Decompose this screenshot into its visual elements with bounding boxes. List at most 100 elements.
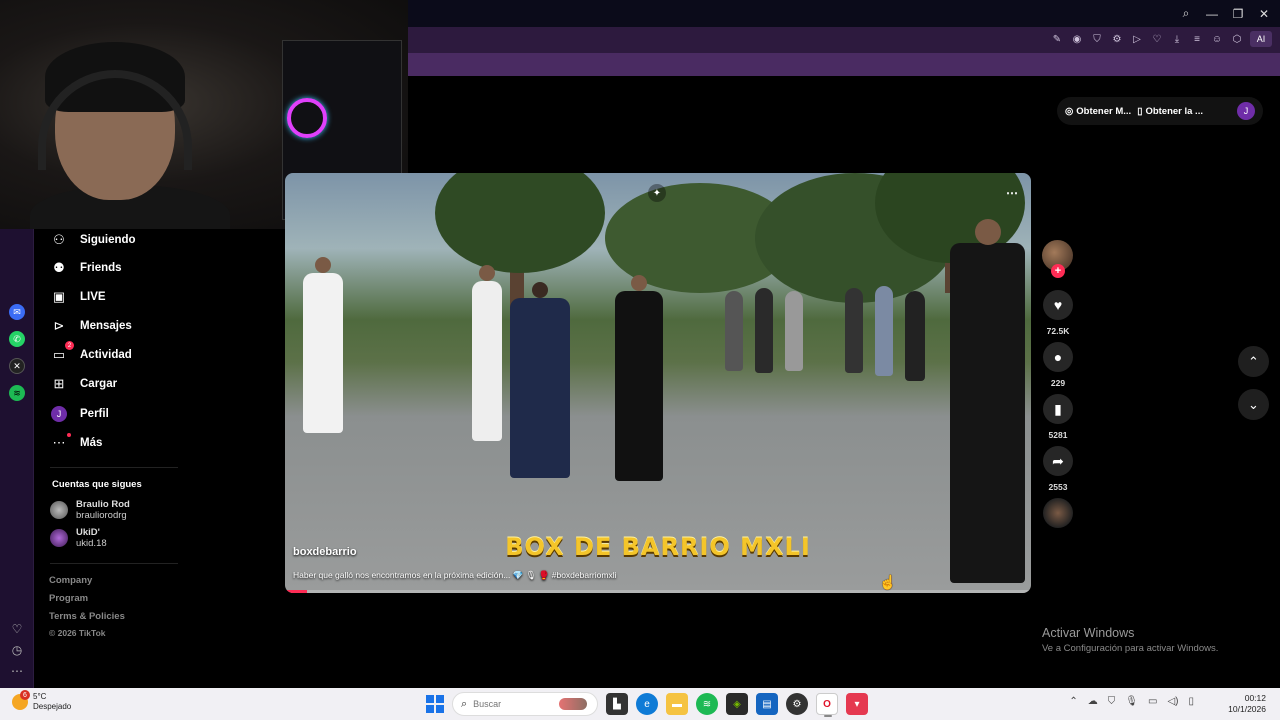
- mic-icon[interactable]: 🎙: [1125, 696, 1138, 707]
- video-progress-bar[interactable]: [285, 590, 1031, 593]
- nvidia-icon[interactable]: ◈: [726, 693, 748, 715]
- heart-icon[interactable]: ♡: [1150, 31, 1164, 47]
- nav-following[interactable]: ⚇ Siguiendo: [50, 229, 135, 251]
- search-icon[interactable]: ⌕: [1178, 6, 1194, 22]
- maximize-button[interactable]: ❐: [1230, 6, 1246, 22]
- boxer: [510, 282, 570, 478]
- minimize-button[interactable]: —: [1204, 6, 1220, 22]
- save-button[interactable]: ▮: [1043, 394, 1073, 424]
- onedrive-icon[interactable]: ☁: [1088, 696, 1098, 707]
- opera-icon[interactable]: O: [816, 693, 838, 717]
- avatar: [50, 501, 68, 519]
- profile-icon[interactable]: ☺: [1210, 31, 1224, 47]
- top-actions: ◎ Obtener M... ▯ Obtener la ... J: [1057, 97, 1263, 125]
- nav-more[interactable]: ⋯ Más: [50, 432, 102, 454]
- close-button[interactable]: ✕: [1256, 6, 1272, 22]
- account-handle: brauliorodrg: [76, 510, 127, 521]
- temperature: 5°C: [33, 692, 47, 701]
- divider: [50, 467, 178, 468]
- play-icon[interactable]: ▷: [1130, 31, 1144, 47]
- followed-account[interactable]: UkiD' ukid.18: [50, 527, 107, 549]
- video-more-button[interactable]: ⋯: [1006, 186, 1019, 200]
- history-icon[interactable]: ◷: [9, 642, 25, 658]
- spectator: [875, 286, 893, 376]
- search-icon: ⌕: [461, 697, 468, 710]
- messenger-icon[interactable]: ✉: [9, 304, 25, 320]
- nav-live[interactable]: ▣ LIVE: [50, 286, 106, 308]
- get-app-button[interactable]: ▯ Obtener la ...: [1137, 106, 1203, 117]
- user-avatar[interactable]: J: [1237, 102, 1255, 120]
- boxer: [615, 275, 663, 481]
- browser-titlebar: ⌕ — ❐ ✕: [408, 0, 1280, 27]
- download-icon[interactable]: ⤓: [1170, 31, 1184, 47]
- windows-taskbar: 6 5°C Despejado ⌕ ▙ e ▬ ≋ ◈ ▤ ⚙ O ▾ ⌃ ☁ …: [0, 688, 1280, 720]
- store-icon[interactable]: ▤: [756, 693, 778, 715]
- more-icon[interactable]: ⋯: [9, 663, 25, 679]
- extension-icon[interactable]: ⬡: [1230, 31, 1244, 47]
- footer-program-link[interactable]: Program: [49, 593, 88, 604]
- nav-messages[interactable]: ⊳ Mensajes: [50, 315, 132, 337]
- shield-icon[interactable]: ⛉: [1090, 31, 1104, 47]
- footer-company-link[interactable]: Company: [49, 575, 92, 586]
- music-disc[interactable]: [1043, 498, 1073, 528]
- followed-account[interactable]: Braulio Rod brauliorodrg: [50, 499, 130, 521]
- clock-time: 00:12: [1244, 693, 1266, 703]
- task-view-icon[interactable]: ▙: [606, 693, 628, 715]
- taskbar-clock[interactable]: 00:12 10/1/2026: [1228, 693, 1266, 715]
- ai-button[interactable]: AI: [1250, 31, 1272, 47]
- share-count: 2553: [1048, 482, 1068, 492]
- edit-icon[interactable]: ✎: [1050, 31, 1064, 47]
- activate-windows-watermark: Activar Windows Ve a Configuración para …: [1042, 626, 1218, 654]
- whatsapp-icon[interactable]: ✆: [9, 331, 25, 347]
- spectator: [905, 291, 925, 381]
- taskbar-search-input[interactable]: [473, 699, 554, 709]
- shield-icon[interactable]: ⛉: [1108, 696, 1116, 707]
- steam-icon[interactable]: ⚙: [786, 693, 808, 715]
- file-explorer-icon[interactable]: ▬: [666, 693, 688, 715]
- account-name: UkiD': [76, 527, 100, 538]
- get-coins-button[interactable]: ◎ Obtener M...: [1065, 106, 1131, 117]
- network-icon[interactable]: ▭: [1148, 696, 1157, 707]
- nav-profile[interactable]: J Perfil: [50, 403, 109, 425]
- video-player[interactable]: ✦ ⋯ BOX DE BARRIO MXLI boxdebarrio Haber…: [285, 173, 1031, 593]
- chevron-up-icon: ⌃: [1248, 353, 1259, 369]
- start-button[interactable]: [426, 695, 444, 713]
- footer-terms-link[interactable]: Terms & Policies: [49, 611, 125, 622]
- like-button[interactable]: ♥: [1043, 290, 1073, 320]
- chevron-down-icon: ⌄: [1248, 396, 1259, 412]
- profile-icon-wrap: J: [50, 405, 68, 423]
- weather-widget[interactable]: 6 5°C Despejado: [12, 690, 71, 712]
- boxer-head: [532, 282, 548, 298]
- chevron-up-icon[interactable]: ⌃: [1069, 696, 1077, 707]
- comment-button[interactable]: ●: [1043, 342, 1073, 372]
- spotify-icon[interactable]: ≋: [696, 693, 718, 715]
- nav-label: Cargar: [80, 378, 118, 390]
- button-label: Obtener M...: [1076, 105, 1132, 117]
- spotify-icon[interactable]: ≋: [9, 385, 25, 401]
- clock-date: 10/1/2026: [1228, 704, 1266, 714]
- avatar: [50, 529, 68, 547]
- sparkle-icon[interactable]: ✦: [648, 184, 666, 202]
- weather-icon: 6: [12, 690, 30, 710]
- nav-upload[interactable]: ⊞ Cargar: [50, 373, 118, 395]
- follow-button[interactable]: +: [1051, 264, 1065, 278]
- previous-video-button[interactable]: ⌃: [1238, 346, 1269, 377]
- menu-icon[interactable]: ≡: [1190, 31, 1204, 47]
- camera-icon[interactable]: ◉: [1070, 31, 1084, 47]
- app-icon[interactable]: ▾: [846, 693, 868, 715]
- next-video-button[interactable]: ⌄: [1238, 389, 1269, 420]
- share-button[interactable]: ➦: [1043, 446, 1073, 476]
- x-icon[interactable]: ✕: [9, 358, 25, 374]
- vpn-icon[interactable]: ⚙: [1110, 31, 1124, 47]
- like-count: 72.5K: [1046, 326, 1070, 336]
- nav-activity[interactable]: ▭ 2 Actividad: [50, 341, 132, 366]
- edge-icon[interactable]: e: [636, 693, 658, 715]
- taskbar-search[interactable]: ⌕: [452, 692, 598, 716]
- browser-toolbar: ✎ ◉ ⛉ ⚙ ▷ ♡ ⤓ ≡ ☺ ⬡ AI: [408, 27, 1280, 53]
- nav-label: Friends: [80, 262, 122, 274]
- favorites-icon[interactable]: ♡: [9, 621, 25, 637]
- nav-friends[interactable]: ⚉ Friends: [50, 257, 122, 279]
- battery-icon[interactable]: ▯: [1188, 696, 1194, 707]
- video-author[interactable]: boxdebarrio: [293, 546, 357, 558]
- volume-icon[interactable]: ◁): [1167, 696, 1178, 707]
